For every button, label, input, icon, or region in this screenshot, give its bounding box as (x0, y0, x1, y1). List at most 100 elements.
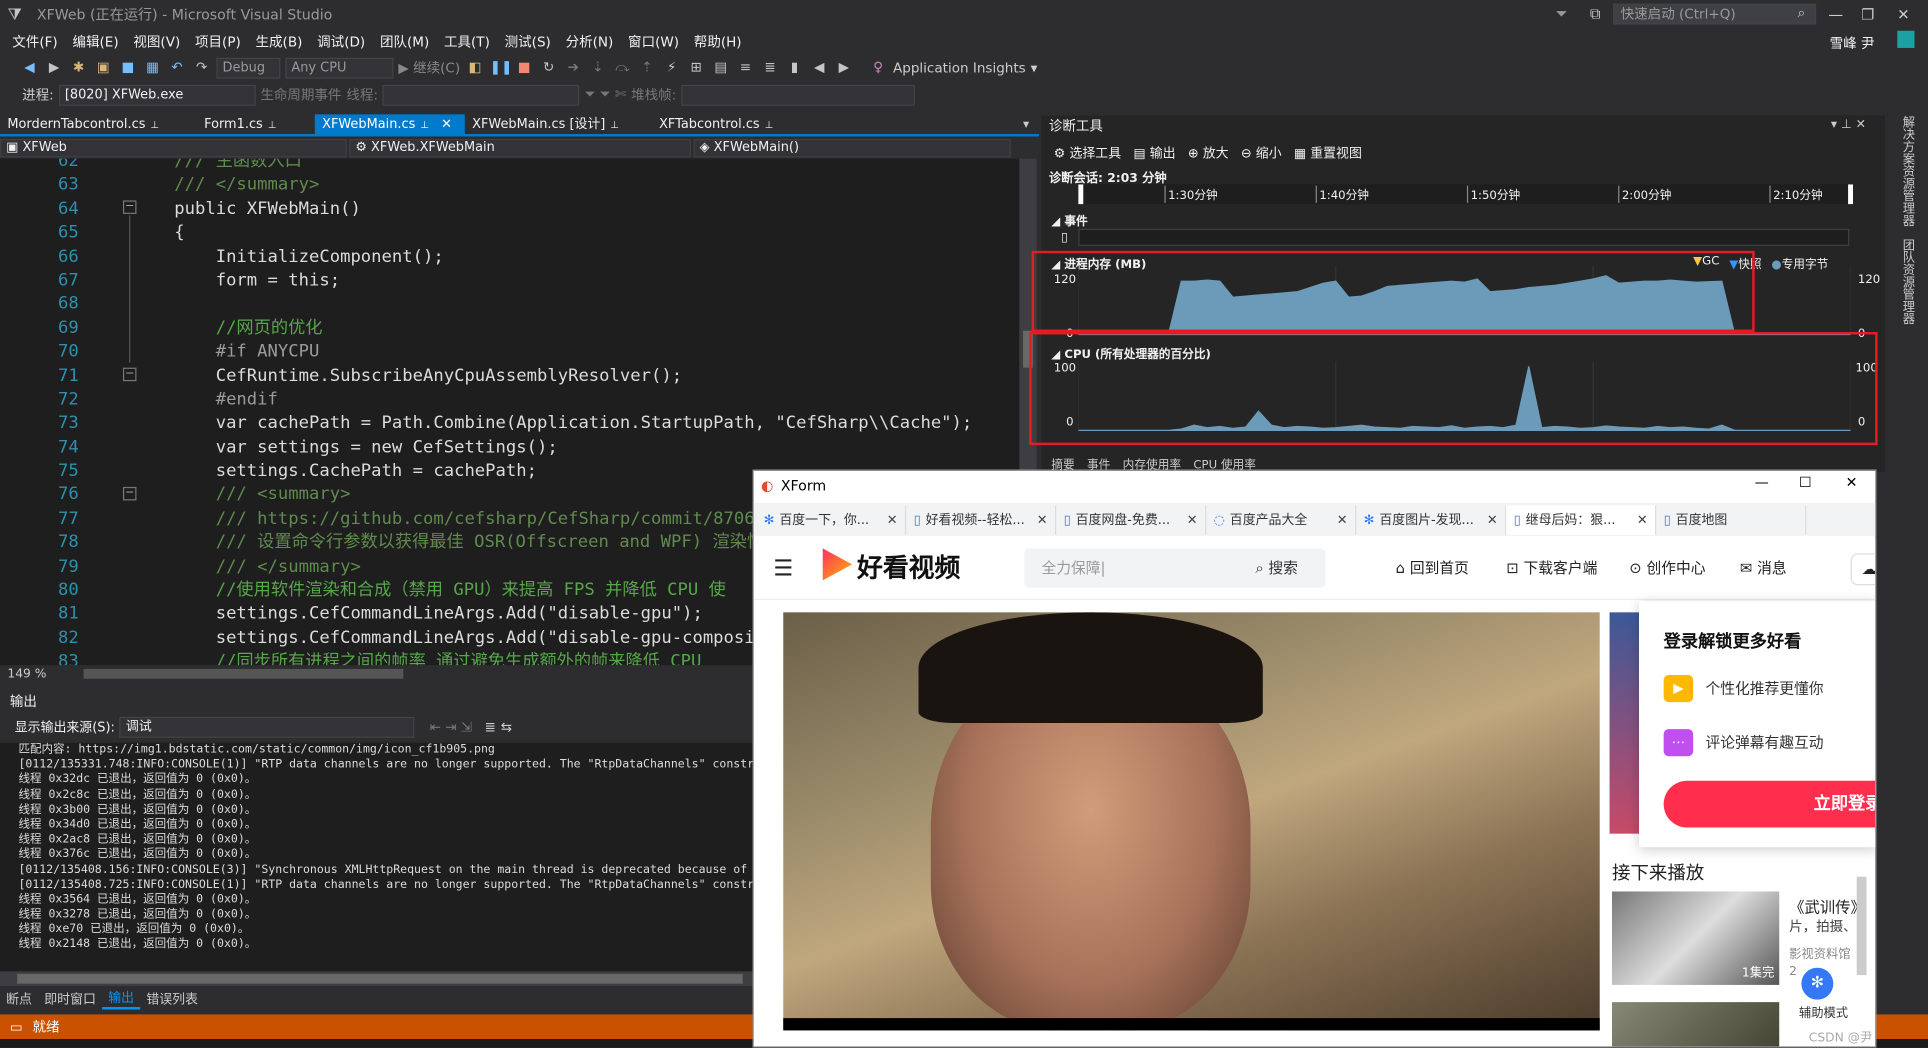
tab-overflow-icon[interactable]: ▾ (1023, 118, 1029, 132)
video-player[interactable] (783, 612, 1600, 1031)
quick-launch-input[interactable]: 快速启动 (Ctrl+Q) (1613, 3, 1817, 25)
editor-tab[interactable]: MordernTabcontrol.cs ⊥ (0, 114, 197, 134)
diag-tool-button[interactable]: ⊕ 放大 (1188, 143, 1229, 161)
bottom-tab[interactable]: 错误列表 (140, 989, 204, 1007)
show-next-statement-icon[interactable]: ➔ (563, 58, 583, 78)
close-tab-icon[interactable]: ✕ (1337, 512, 1348, 527)
events-track[interactable] (1078, 228, 1850, 246)
nav-messages[interactable]: ✉ 消息 (1740, 557, 1787, 578)
project-dropdown[interactable]: ▣ XFWeb (0, 138, 347, 158)
nav-download[interactable]: ⊡ 下载客户端 (1506, 557, 1597, 578)
restart-icon[interactable]: ↻ (539, 58, 559, 78)
menu-item[interactable]: 分析(N) (558, 32, 620, 52)
close-tab-icon[interactable]: ✕ (1037, 512, 1048, 527)
back-icon[interactable]: ◀ (20, 58, 40, 78)
stack-select[interactable] (681, 84, 915, 106)
bottom-tab[interactable]: 即时窗口 (38, 989, 102, 1007)
solution-explorer-tab[interactable]: 解决方案资源管理器 (1897, 116, 1914, 227)
uncomment-icon[interactable]: ≣ (760, 58, 780, 78)
panel-menu-icon[interactable]: ▾ ⊥ ✕ (1831, 118, 1866, 132)
nav-creator[interactable]: ⊙ 创作中心 (1629, 557, 1705, 578)
process-select[interactable]: [8020] XFWeb.exe (58, 84, 256, 106)
member-dropdown[interactable]: ◈ XFWebMain() (693, 138, 1011, 158)
close-tab-icon[interactable]: ✕ (1487, 512, 1498, 527)
close-tab-icon[interactable]: ✕ (887, 512, 898, 527)
output-source-select[interactable]: 调试 (119, 716, 415, 738)
upload-icon[interactable]: ☁ (1850, 553, 1876, 586)
layout-icon[interactable]: ⊞ (686, 58, 706, 78)
platform-select[interactable]: Any CPU (285, 57, 394, 79)
processes-icon[interactable]: ◧ (465, 58, 485, 78)
browser-tab[interactable]: ◌ 百度产品大全 ✕ (1206, 504, 1357, 535)
site-name[interactable]: 好看视频 (857, 548, 960, 585)
scroll-thumb[interactable] (17, 973, 743, 984)
events-section[interactable]: ◢ 事件 (1051, 211, 1087, 229)
close-tab-icon[interactable]: ✕ (441, 117, 452, 132)
save-icon[interactable]: ■ (118, 58, 138, 78)
menu-item[interactable]: 窗口(W) (621, 32, 687, 52)
user-name[interactable]: 雪峰 尹 (1830, 33, 1875, 53)
menu-icon[interactable]: ☰ (773, 556, 793, 582)
new-project-icon[interactable]: ✱ (69, 58, 89, 78)
editor-tab[interactable]: XFWebMain.cs [设计] ⊥ (465, 114, 652, 134)
undo-icon[interactable]: ↶ (167, 58, 187, 78)
pause-icon[interactable]: ❚❚ (490, 58, 513, 78)
search-icon[interactable]: ⌕ (1798, 5, 1806, 22)
output-tools-icon[interactable]: ⇤ ⇥ ⇲ (430, 719, 473, 735)
minimize-button[interactable]: — (1820, 2, 1852, 27)
app-insights-button[interactable]: Application Insights (893, 60, 1026, 76)
step-over-icon[interactable]: ⤼ (613, 58, 633, 78)
timeline-ruler[interactable]: 1:30分钟 1:40分钟 1:50分钟 2:00分钟 2:10分钟 (1078, 184, 1854, 205)
range-end-marker[interactable] (1848, 184, 1854, 205)
xform-minimize[interactable]: — (1755, 473, 1769, 490)
nav-home[interactable]: ⌂ 回到首页 (1396, 557, 1469, 578)
word-wrap-icon[interactable]: ⇆ (501, 719, 512, 735)
editor-tab[interactable]: XFTabcontrol.cs ⊥ (652, 114, 861, 134)
menu-item[interactable]: 调试(D) (310, 32, 373, 52)
bookmark-icon[interactable]: ▮ (785, 58, 805, 78)
diag-tool-button[interactable]: ▦ 重置视图 (1294, 143, 1362, 161)
menu-item[interactable]: 帮助(H) (686, 32, 749, 52)
config-select[interactable]: Debug (216, 57, 281, 79)
zoom-level[interactable]: 149 % (7, 667, 46, 681)
output-text[interactable]: 匹配内容: https://img1.bdstatic.com/static/c… (0, 742, 753, 972)
step-into-icon[interactable]: ⇣ (588, 58, 608, 78)
step-out-icon[interactable]: ⇡ (637, 58, 657, 78)
assist-mode-label[interactable]: 辅助模式 (1799, 1007, 1848, 1022)
align-icon[interactable]: ▤ (711, 58, 731, 78)
maximize-button[interactable]: ❐ (1852, 2, 1884, 27)
site-search-button[interactable]: ⌕ 搜索 (1255, 557, 1297, 578)
bookmark-next-icon[interactable]: ▶ (834, 58, 854, 78)
output-hscrollbar[interactable] (0, 971, 753, 987)
menu-item[interactable]: 测试(S) (497, 32, 558, 52)
browser-tab[interactable]: ▯ 百度地图 (1656, 504, 1807, 535)
menu-item[interactable]: 生成(B) (248, 32, 310, 52)
pin-icon[interactable]: ⊥ (610, 119, 619, 130)
browser-tab[interactable]: ✻ 百度一下，你... ✕ (756, 504, 907, 535)
browser-tab[interactable]: ▯ 继母后妈：狠... ✕ (1506, 504, 1657, 535)
menu-item[interactable]: 工具(T) (437, 32, 498, 52)
clear-all-icon[interactable]: ≣ (485, 719, 496, 735)
video-controls-bar[interactable] (783, 1018, 1600, 1031)
browser-tab[interactable]: ✻ 百度图片-发现... ✕ (1356, 504, 1507, 535)
lifecycle-events[interactable]: 生命周期事件 (260, 85, 341, 105)
close-tab-icon[interactable]: ✕ (1187, 512, 1198, 527)
pin-icon[interactable]: ⊥ (150, 119, 159, 130)
menu-item[interactable]: 项目(P) (188, 32, 249, 52)
site-logo-icon[interactable] (822, 548, 853, 581)
bottom-tab[interactable]: 输出 (102, 988, 141, 1009)
feedback-icon[interactable] (1897, 30, 1915, 48)
editor-tab[interactable]: XFWebMain.cs ⊥ ✕ (314, 114, 465, 135)
xform-maximize[interactable]: ☐ (1799, 473, 1812, 490)
pin-icon[interactable]: ⊥ (765, 119, 774, 130)
filter-thread-icon[interactable]: ⏷ ⏷ ✄ (585, 86, 627, 103)
bottom-tab[interactable]: 断点 (0, 989, 38, 1007)
filter-icon[interactable]: ⏷ (1555, 5, 1567, 23)
menu-item[interactable]: 文件(F) (5, 32, 65, 52)
continue-button[interactable]: ▶ 继续(C) (398, 58, 460, 78)
page-scrollbar[interactable] (1856, 876, 1867, 976)
browser-tab[interactable]: ▯ 百度网盘-免费... ✕ (1056, 504, 1207, 535)
side-thumbnail[interactable] (1609, 612, 1640, 834)
login-button[interactable]: 立即登录 (1663, 780, 1876, 828)
stop-icon[interactable]: ■ (514, 58, 534, 78)
